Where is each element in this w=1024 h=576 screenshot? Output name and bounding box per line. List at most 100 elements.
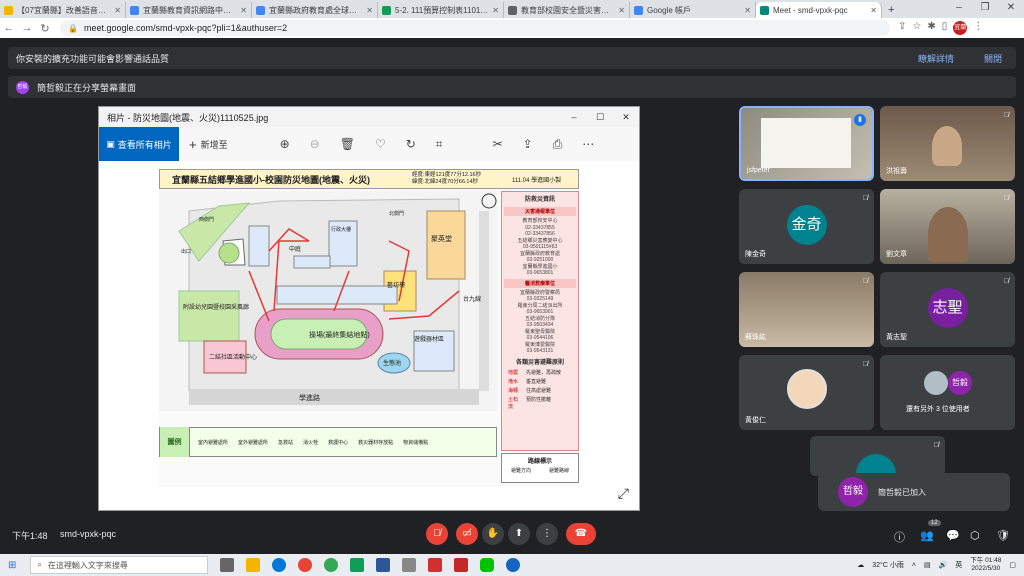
restore-icon[interactable]: ❐ [972,0,998,16]
profile-avatar[interactable]: 宜蘭 [953,21,968,35]
mic-off-icon: 🎙̸ [1003,195,1009,202]
participant-tile[interactable]: ▮ jsfpeter [739,106,874,181]
tab-close-icon[interactable]: ✕ [240,6,247,15]
taskbar-clock[interactable]: 下午 01:48 2022/5/30 [970,557,1001,573]
participant-tile[interactable]: 🎙̸ 蘇珠紘 [739,272,874,347]
add-to-button[interactable]: + 新增至 [189,137,228,152]
expand-icon[interactable]: ⤢ [618,485,629,502]
browser-tab[interactable]: 【07宜蘭縣】改善語音暢通好聲...✕ [0,2,126,18]
print-icon[interactable]: ⎙ [553,137,563,152]
activities-icon[interactable]: ⬡ [970,529,980,542]
taskbar-search[interactable]: ⌕ 在這裡輸入文字來搜尋 [30,556,209,574]
reload-icon[interactable]: ↻ [36,22,54,35]
meeting-time: 下午1:48 [12,531,48,541]
participant-tile[interactable]: 🎙̸ 黃俊仁 [739,355,874,430]
powerpoint-icon[interactable] [454,558,469,572]
edit-icon[interactable]: ✂ [493,137,503,152]
tab-close-icon[interactable]: ✕ [618,6,625,15]
mic-off-icon: 🎙̸ [1003,278,1009,285]
participant-tile[interactable]: 🎙̸ 劉文章 [880,189,1015,264]
browser-tab[interactable]: 5-2. 111預算控制表1101122(...✕ [378,2,504,18]
tab-close-icon[interactable]: ✕ [366,6,373,15]
sidebar-icon[interactable]: ▯ [942,21,948,35]
participant-tile[interactable]: 金奇 🎙̸ 陳金奇 [739,189,874,264]
new-tab-button[interactable]: + [888,2,894,18]
leave-call-button[interactable]: ☎ [566,523,596,545]
participant-tile[interactable]: 志聖 🎙̸ 黃志聖 [880,272,1015,347]
photo-gallery-icon: ▣ [106,138,115,149]
file-explorer-icon[interactable] [246,558,261,572]
tab-close-icon[interactable]: ✕ [114,6,121,15]
ie-icon[interactable] [506,558,521,572]
photos-title-bar: 相片 - 防災地圖(地震、火災)1110525.jpg – ☐ ✕ [99,107,639,127]
raise-hand-button[interactable]: ✋ [482,523,504,545]
tab-close-icon[interactable]: ✕ [744,6,751,15]
chrome-icon[interactable] [298,558,313,572]
more-icon[interactable]: ⋯ [582,137,594,152]
weather-icon[interactable]: ☁ [857,561,864,569]
favorite-icon[interactable]: ♡ [375,137,386,152]
sheets-icon[interactable] [350,558,365,572]
person-silhouette [932,126,962,166]
menu-icon[interactable]: ⋮ [973,21,983,35]
dismiss-link[interactable]: 關閉 [984,52,1002,65]
zoom-out-icon[interactable]: ⊖ [310,137,320,152]
tab-close-icon[interactable]: ✕ [492,6,499,15]
people-icon[interactable]: 👥 [920,529,934,542]
forward-icon[interactable]: → [18,22,36,34]
learn-more-link[interactable]: 瞭解詳情 [918,52,954,65]
network-icon[interactable]: ▤ [924,561,931,569]
camera-toggle-button[interactable]: ▭̸ [456,523,478,545]
browser-tab[interactable]: Google 帳戶 ✕ [630,2,756,18]
acrobat-icon[interactable] [428,558,443,572]
edge-icon[interactable] [272,558,287,572]
host-controls-icon[interactable]: 🛡 [996,529,1010,542]
maximize-icon[interactable]: ☐ [587,112,613,123]
chat-icon[interactable]: 💬 [946,529,960,542]
star-icon[interactable]: ☆ [912,21,921,35]
more-participants-tile[interactable]: 哲毅 還有另外 3 位使用者 [880,355,1015,430]
tray-overflow-icon[interactable]: ˄ [912,562,916,569]
close-icon[interactable]: ✕ [998,0,1024,16]
app-icon[interactable] [402,558,417,572]
tab-close-icon[interactable]: ✕ [870,6,877,15]
participant-avatar-image [924,371,948,395]
info-icon[interactable]: ⓘ [894,529,905,545]
volume-icon[interactable]: 🔊 [939,561,948,569]
address-bar[interactable]: 🔒 meet.google.com/smd-vpxk-pqc?pli=1&aut… [60,20,890,36]
extensions-icon[interactable]: ✱ [927,21,935,35]
delete-icon[interactable]: 🗑 [340,137,355,152]
browser-tab[interactable]: 宜蘭縣教育資訊網路中心 - 數位...✕ [126,2,252,18]
more-options-button[interactable]: ⋮ [536,523,558,545]
participant-tile[interactable]: 🎙̸ 洪祖壽 [880,106,1015,181]
disaster-info-panel: 防救災資訊 災害通報單位 教育部校安中心 02-33437855 02-3343… [501,191,579,451]
browser-tab[interactable]: 教育部校園安全暨災害防救通報...✕ [504,2,630,18]
present-button[interactable]: ⬆ [508,523,530,545]
minimize-icon[interactable]: – [561,112,587,123]
shared-screen: 相片 - 防災地圖(地震、火災)1110525.jpg – ☐ ✕ ▣ 查看所有… [98,106,640,511]
word-icon[interactable] [376,558,391,572]
share-icon[interactable]: ⇪ [898,21,906,35]
browser-tab-active[interactable]: Meet - smd-vpxk-pqc ✕ [756,2,882,18]
minimize-icon[interactable]: – [946,0,972,16]
browser-tab-bar: 【07宜蘭縣】改善語音暢通好聲...✕ 宜蘭縣教育資訊網路中心 - 數位...✕… [0,0,1024,18]
chrome-icon[interactable] [324,558,339,572]
lock-icon[interactable]: 🔒 [68,24,78,33]
notification-icon[interactable]: ▢ [1009,561,1016,569]
task-view-icon[interactable] [220,558,235,572]
view-all-photos-button[interactable]: ▣ 查看所有相片 [99,127,179,161]
share-icon[interactable]: ⇪ [523,137,533,152]
rotate-icon[interactable]: ↻ [406,137,416,152]
person-silhouette [928,207,968,262]
close-icon[interactable]: ✕ [613,112,639,123]
self-view-tile[interactable]: 🎙̸ [810,436,945,476]
crop-icon[interactable]: ⌗ [436,137,443,152]
line-icon[interactable] [480,558,495,572]
back-icon[interactable]: ← [0,22,18,34]
browser-tab[interactable]: 宜蘭縣政府教育處全球資訊網 ✕ [252,2,378,18]
participant-avatar-image [787,369,827,409]
windows-start-icon[interactable]: ⊞ [8,560,16,571]
mic-toggle-button[interactable]: 🎙̸ [426,523,448,545]
zoom-in-icon[interactable]: ⊕ [280,137,290,152]
disaster-map-image: 宜蘭縣五結鄉學進國小-校園防災地圖(地震、火災) 經度:東經121度77分12.… [159,169,579,487]
